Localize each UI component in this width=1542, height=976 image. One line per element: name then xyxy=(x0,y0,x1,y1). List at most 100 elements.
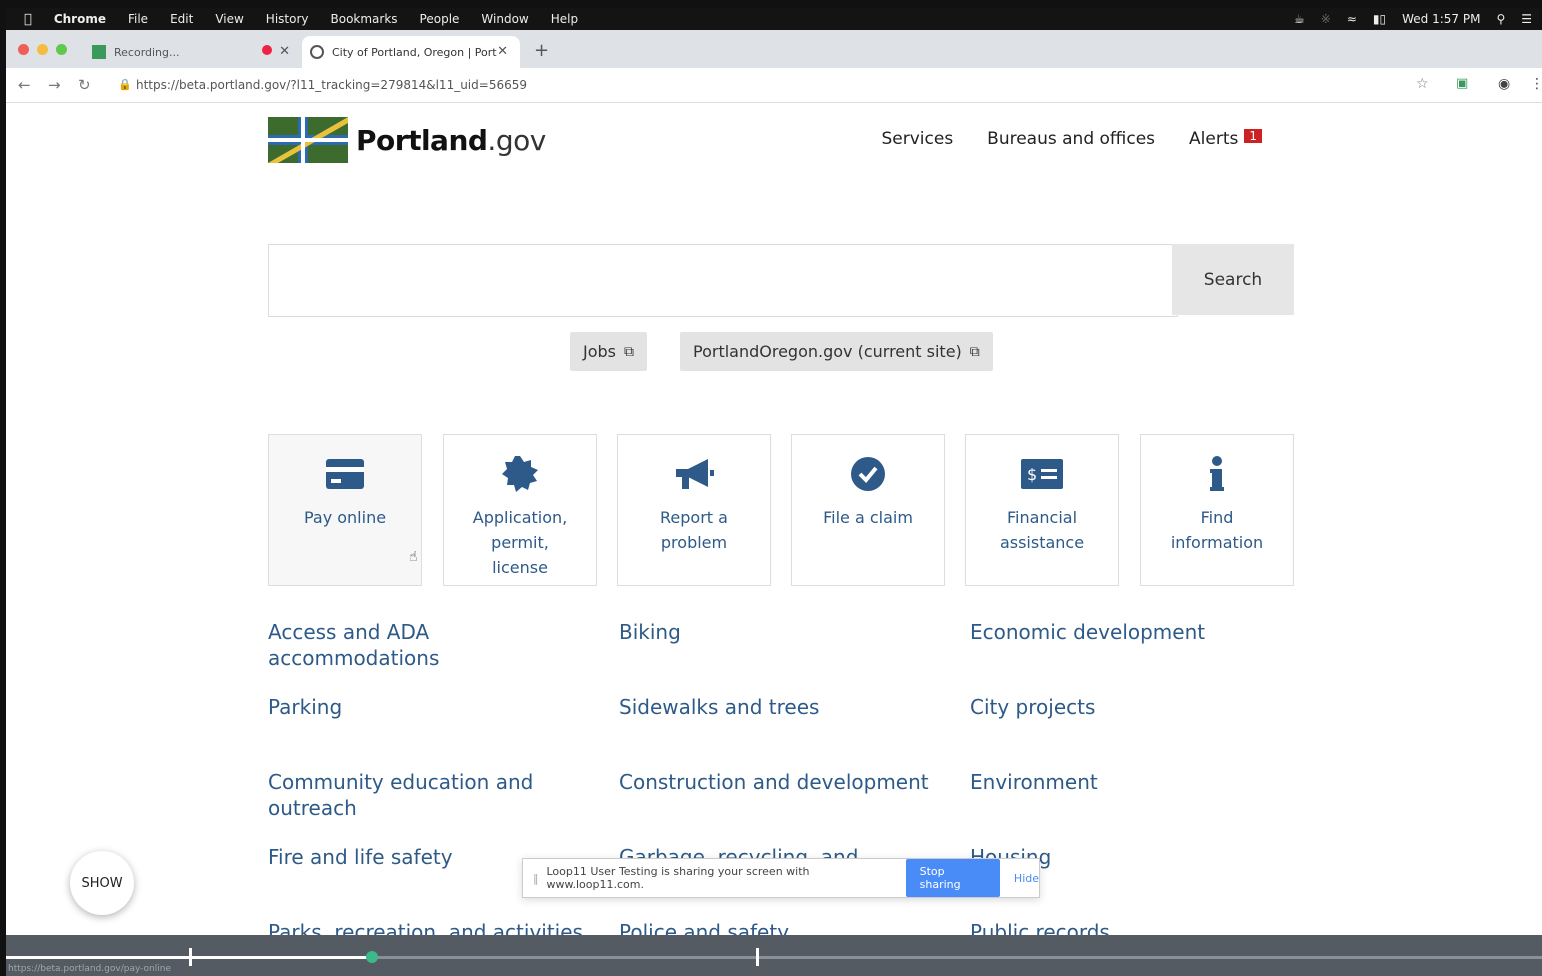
badge-icon xyxy=(502,456,538,492)
reload-icon[interactable]: ↻ xyxy=(78,76,91,94)
tab-close-icon[interactable]: ✕ xyxy=(279,44,290,59)
wifi-icon[interactable]: ≈ xyxy=(1347,12,1357,26)
stop-sharing-button[interactable]: Stop sharing xyxy=(905,859,1000,897)
check-circle-icon xyxy=(851,457,885,491)
battery-icon[interactable]: ▮▯ xyxy=(1373,12,1386,26)
card-label: File a claim xyxy=(823,508,913,527)
tab-title: Recording... xyxy=(114,45,180,59)
topic-link[interactable]: Public records xyxy=(970,919,1110,935)
topic-link[interactable]: Fire and life safety xyxy=(268,844,453,870)
jobs-link-button[interactable]: Jobs ⧉ xyxy=(570,332,647,371)
card-pay-online[interactable]: Pay online ☝ xyxy=(268,434,422,586)
link-status-url: https://beta.portland.gov/pay-online xyxy=(8,964,171,974)
share-message: Loop11 User Testing is sharing your scre… xyxy=(546,865,810,891)
menu-view[interactable]: View xyxy=(215,12,243,26)
card-label: Application, permit, license xyxy=(472,508,568,577)
menu-history[interactable]: History xyxy=(266,12,309,26)
hide-share-bar-link[interactable]: Hide xyxy=(1014,872,1039,885)
topic-link[interactable]: Economic development xyxy=(970,619,1205,645)
browser-toolbar: ← → ↻ 🔒 https://beta.portland.gov/?l11_t… xyxy=(6,68,1542,103)
topic-link[interactable]: City projects xyxy=(970,694,1095,720)
portland-flag-icon xyxy=(268,117,348,163)
screen-frame xyxy=(0,0,1542,8)
lock-icon[interactable]: 🔒 xyxy=(118,78,132,91)
back-arrow-icon[interactable]: ← xyxy=(18,76,31,94)
card-label: Report a problem xyxy=(660,508,728,552)
timeline-playhead[interactable] xyxy=(366,951,378,963)
menu-app-name[interactable]: Chrome xyxy=(54,12,106,26)
timeline-marker[interactable] xyxy=(189,948,192,966)
window-minimize-button[interactable] xyxy=(37,44,48,55)
topic-link[interactable]: Environment xyxy=(970,769,1098,795)
card-financial-assistance[interactable]: $ Financial assistance xyxy=(965,434,1119,586)
tab-portland[interactable]: City of Portland, Oregon | Port ✕ xyxy=(302,36,520,68)
bookmark-star-icon[interactable]: ☆ xyxy=(1416,76,1429,92)
topic-link[interactable]: Sidewalks and trees xyxy=(619,694,819,720)
bluetooth-icon[interactable]: ※ xyxy=(1321,12,1331,26)
notification-center-icon[interactable]: ☰ xyxy=(1521,12,1532,26)
menu-edit[interactable]: Edit xyxy=(170,12,193,26)
svg-text:$: $ xyxy=(1027,465,1037,484)
tab-recording[interactable]: Recording... ✕ xyxy=(84,36,302,68)
apple-icon[interactable]:  xyxy=(24,12,32,27)
search-button[interactable]: Search xyxy=(1172,244,1294,315)
recording-indicator-icon xyxy=(262,45,272,55)
spotlight-search-icon[interactable]: ⚲ xyxy=(1496,12,1505,26)
nav-alerts[interactable]: Alerts 1 xyxy=(1189,129,1262,149)
search-input[interactable] xyxy=(268,244,1178,317)
legacy-site-label: PortlandOregon.gov (current site) xyxy=(693,342,962,361)
credit-card-icon xyxy=(326,459,364,489)
megaphone-icon xyxy=(676,459,714,489)
external-link-icon: ⧉ xyxy=(624,343,634,360)
menu-window[interactable]: Window xyxy=(481,12,528,26)
alerts-count-badge: 1 xyxy=(1244,129,1262,143)
globe-favicon-icon xyxy=(310,45,324,59)
topic-link[interactable]: Access and ADA accommodations xyxy=(268,619,568,671)
profile-avatar-icon[interactable]: ◉ xyxy=(1498,76,1510,92)
app-status-icon[interactable]: ☕ xyxy=(1294,12,1305,26)
mac-menubar:  Chrome File Edit View History Bookmark… xyxy=(6,8,1542,30)
topic-link[interactable]: Biking xyxy=(619,619,681,645)
hand-cursor-icon: ☝ xyxy=(409,549,418,565)
topic-link[interactable]: Police and safety xyxy=(619,919,789,935)
drag-handle-icon[interactable]: ‖ xyxy=(533,872,539,885)
portland-logo[interactable]: Portland.gov xyxy=(268,117,546,163)
tab-close-icon[interactable]: ✕ xyxy=(497,44,508,59)
card-file-claim[interactable]: File a claim xyxy=(791,434,945,586)
show-button[interactable]: SHOW xyxy=(70,851,134,915)
web-page: Portland.gov Services Bureaus and office… xyxy=(6,103,1542,935)
menu-people[interactable]: People xyxy=(420,12,460,26)
card-find-information[interactable]: Find information xyxy=(1140,434,1294,586)
info-icon xyxy=(1210,456,1224,491)
menu-clock[interactable]: Wed 1:57 PM xyxy=(1402,12,1480,26)
topic-link[interactable]: Parks, recreation, and activities xyxy=(268,919,583,935)
card-application-permit-license[interactable]: Application, permit, license xyxy=(443,434,597,586)
address-bar[interactable]: https://beta.portland.gov/?l11_tracking=… xyxy=(136,78,527,92)
money-bill-icon: $ xyxy=(1021,459,1063,489)
menu-bookmarks[interactable]: Bookmarks xyxy=(331,12,398,26)
menu-help[interactable]: Help xyxy=(551,12,578,26)
tab-title: City of Portland, Oregon | Port xyxy=(332,45,497,59)
external-link-icon: ⧉ xyxy=(969,343,980,360)
nav-services[interactable]: Services xyxy=(881,129,953,149)
extension-icon[interactable]: ▣ xyxy=(1456,76,1468,91)
topic-link[interactable]: Community education and outreach xyxy=(268,769,568,821)
menu-file[interactable]: File xyxy=(128,12,148,26)
card-report-problem[interactable]: Report a problem xyxy=(617,434,771,586)
nav-bureaus-offices[interactable]: Bureaus and offices xyxy=(987,129,1155,149)
logo-wordmark: Portland.gov xyxy=(356,123,546,157)
legacy-site-link-button[interactable]: PortlandOregon.gov (current site) ⧉ xyxy=(680,332,993,371)
browser-tab-strip: Recording... ✕ City of Portland, Oregon … xyxy=(6,30,1542,68)
forward-arrow-icon[interactable]: → xyxy=(48,76,61,94)
recording-timeline[interactable]: https://beta.portland.gov/pay-online xyxy=(6,935,1542,976)
chrome-menu-icon[interactable]: ⋮ xyxy=(1530,76,1542,92)
card-label: Find information xyxy=(1170,508,1264,552)
topic-link[interactable]: Construction and development xyxy=(619,769,929,795)
window-close-button[interactable] xyxy=(18,44,29,55)
window-zoom-button[interactable] xyxy=(56,44,67,55)
screen-share-notification: ‖ Loop11 User Testing is sharing your sc… xyxy=(522,858,1040,898)
topic-link[interactable]: Parking xyxy=(268,694,342,720)
card-label: Pay online xyxy=(303,508,387,527)
timeline-marker[interactable] xyxy=(756,948,759,966)
new-tab-icon[interactable]: + xyxy=(534,40,549,61)
